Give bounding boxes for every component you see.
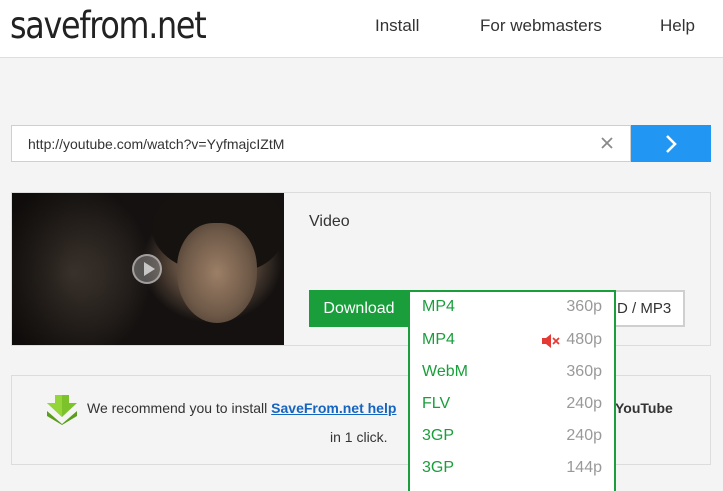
format-resolution: 240p: [566, 427, 602, 444]
recommend-youtube: YouTube: [615, 400, 673, 416]
url-input[interactable]: [12, 126, 592, 161]
format-name: MP4: [422, 331, 455, 348]
format-name: 3GP: [422, 459, 455, 476]
format-dropdown: MP4 360p MP4 480p WebM 360p FLV 240p 3GP…: [408, 290, 616, 491]
format-option[interactable]: FLV 240p: [410, 389, 614, 421]
header: savefrom.net Install For webmasters Help: [0, 0, 723, 58]
chevron-right-icon: [666, 135, 677, 153]
recommend-text: We recommend you to install SaveFrom.net…: [87, 400, 396, 416]
recommend-prefix: We recommend you to install: [87, 400, 268, 416]
nav-for-webmasters[interactable]: For webmasters: [480, 16, 602, 36]
mute-icon: [542, 334, 560, 348]
format-resolution: 360p: [566, 298, 602, 315]
format-option[interactable]: 3GP 240p: [410, 421, 614, 453]
logo[interactable]: savefrom.net: [10, 4, 207, 47]
recommend-line2: in 1 click.: [330, 429, 388, 445]
download-arrow-icon: [47, 395, 77, 425]
format-resolution: 144p: [566, 459, 602, 476]
savefrom-helper-link[interactable]: SaveFrom.net help: [271, 400, 396, 416]
nav-help[interactable]: Help: [660, 16, 695, 36]
format-resolution: 360p: [566, 363, 602, 380]
video-title: Video: [309, 213, 350, 230]
format-option[interactable]: WebM 360p: [410, 357, 614, 389]
url-bar: [11, 125, 631, 162]
nav-install[interactable]: Install: [375, 16, 419, 36]
clear-icon[interactable]: [598, 134, 616, 152]
video-thumbnail[interactable]: [12, 193, 284, 345]
format-name: 3GP: [422, 427, 455, 444]
format-option[interactable]: MP4 480p: [410, 325, 614, 357]
play-icon[interactable]: [132, 254, 162, 284]
format-name: WebM: [422, 363, 468, 380]
download-button[interactable]: Download: [309, 290, 409, 327]
format-name: FLV: [422, 395, 451, 412]
format-option[interactable]: MP4 360p: [410, 292, 614, 324]
go-button[interactable]: [631, 125, 711, 162]
format-name: MP4: [422, 298, 455, 315]
format-resolution: 240p: [566, 395, 602, 412]
format-resolution: 480p: [566, 331, 602, 348]
format-option[interactable]: 3GP 144p: [410, 453, 614, 485]
